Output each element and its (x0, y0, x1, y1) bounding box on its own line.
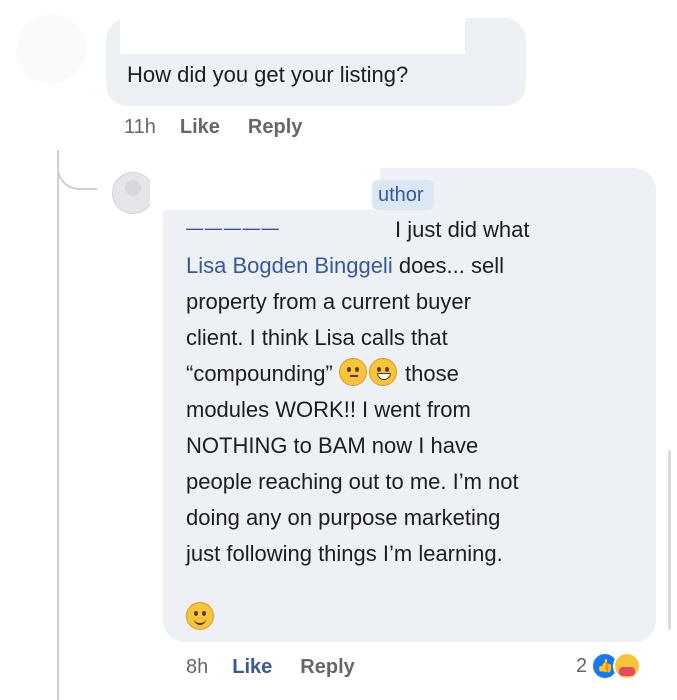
reply-button[interactable]: Reply (248, 116, 302, 139)
comment-line: NOTHING to BAM now I have (186, 433, 479, 458)
comment-line: “compounding” those (186, 356, 646, 392)
parent-comment-text: How did you get your listing? (127, 62, 409, 87)
comment-line: I just did what (395, 217, 530, 242)
parent-comment-time[interactable]: 11h (124, 116, 156, 139)
comment-line: client. I think Lisa calls that (186, 325, 448, 350)
redacted-name (150, 168, 380, 210)
thinking-face-icon (338, 358, 367, 386)
reply-comment-actions: 8h Like Reply (186, 656, 383, 679)
like-button[interactable]: Like (232, 656, 272, 679)
scrollbar[interactable] (668, 450, 671, 630)
reply-button[interactable]: Reply (300, 656, 354, 679)
comment-line: doing any on purpose marketing (186, 505, 501, 530)
reply-comment-text: I just did what Lisa Bogden Binggeli doe… (186, 212, 646, 572)
reaction-count: 2 (576, 654, 588, 677)
comment-text-fragment: those (398, 361, 459, 386)
comment-line: just following things I’m learning. (186, 541, 503, 566)
mention-link[interactable]: Lisa Bogden Binggeli (186, 253, 393, 278)
redacted-name (120, 10, 465, 54)
smiling-face-icon (186, 602, 214, 630)
like-button[interactable]: Like (180, 116, 220, 139)
comment-text-fragment: “compounding” (186, 361, 333, 386)
reply-avatar[interactable] (112, 172, 154, 214)
reaction-summary[interactable]: 2 👍 (576, 652, 642, 680)
grinning-face-icon (368, 358, 397, 386)
thread-connector (57, 150, 97, 190)
thread-line (57, 170, 59, 700)
comment-line: property from a current buyer (186, 289, 471, 314)
comment-text-fragment: does... sell (392, 253, 504, 278)
author-badge: uthor (372, 180, 434, 210)
comment-line: Lisa Bogden Binggeli does... sell (186, 248, 646, 284)
comment-line: people reaching out to me. I’m not (186, 469, 519, 494)
comment-line: modules WORK!! I went from (186, 397, 471, 422)
hidden-avatar (16, 14, 86, 84)
reply-comment-time[interactable]: 8h (186, 656, 208, 679)
parent-comment-actions: 11h Like Reply (124, 116, 330, 139)
care-reaction-icon (613, 652, 642, 680)
